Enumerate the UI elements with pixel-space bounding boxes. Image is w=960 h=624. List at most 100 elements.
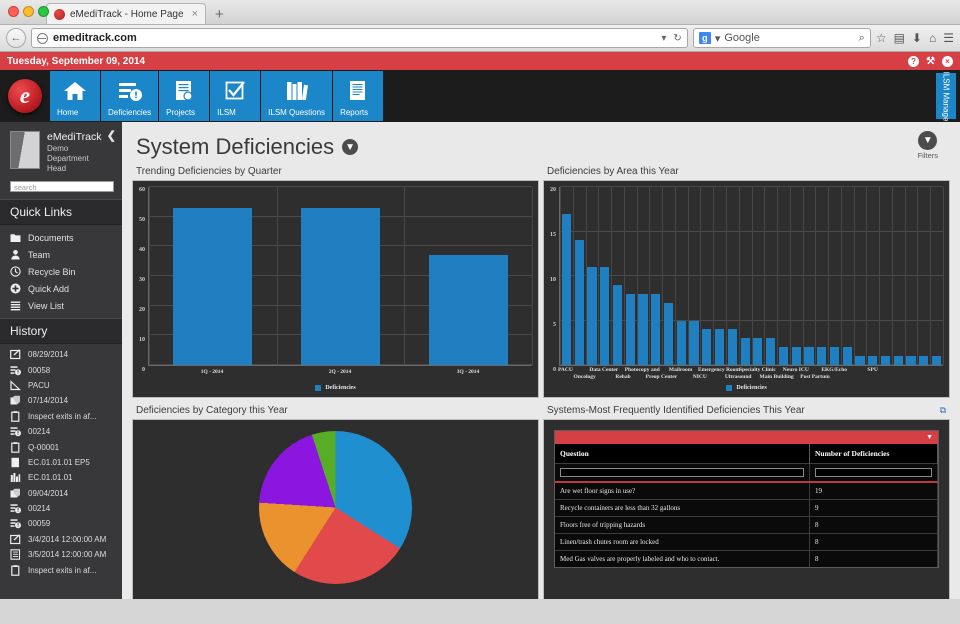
bar[interactable] [817,347,827,365]
history-item[interactable]: PACU [0,378,122,393]
column-filter-input[interactable] [560,468,804,477]
help-icon[interactable]: ? [908,55,920,67]
sidebar-item-view-list[interactable]: View List [0,297,122,314]
history-item[interactable]: 08/29/2014 [0,347,122,362]
table-column-header[interactable]: Question [555,444,810,464]
back-button[interactable]: ← [6,28,26,48]
sidebar-search-input[interactable]: search [10,181,114,193]
history-item[interactable]: EC.01.01.01 [0,470,122,485]
maximize-window-button[interactable] [38,6,49,17]
window-controls[interactable] [8,6,49,17]
sidebar-item-documents[interactable]: Documents [0,229,122,246]
chevron-down-icon[interactable]: ▾ [715,32,721,45]
filters-button[interactable]: ▼ Filters [918,130,938,160]
bar[interactable] [651,293,661,365]
history-item[interactable]: Q-00001 [0,439,122,454]
bar[interactable] [173,207,253,365]
bar[interactable] [300,207,381,365]
bar[interactable] [893,356,903,365]
minimize-window-button[interactable] [23,6,34,17]
wrench-icon[interactable]: ⚒ [926,56,935,67]
bar[interactable] [612,284,623,365]
menu-icon[interactable]: ☰ [943,31,954,45]
history-item[interactable]: 09/04/2014 [0,486,122,501]
download-icon[interactable]: ⬇ [912,31,922,45]
history-item[interactable]: 00058 [0,363,122,378]
sidebar-item-recycle-bin[interactable]: Recycle Bin [0,263,122,280]
bar[interactable] [561,213,571,365]
bar[interactable] [829,347,840,365]
sidebar-item-quick-add[interactable]: Quick Add [0,280,122,297]
bar[interactable] [931,356,942,365]
history-item[interactable]: 00214 [0,501,122,516]
collapse-sidebar-icon[interactable]: ❮ [107,129,116,142]
bar[interactable] [714,329,725,365]
bookmark-icon[interactable]: ☆ [876,31,887,45]
nav-item-reports[interactable]: Reports [333,71,384,121]
history-item[interactable]: 3/5/2014 12:00:00 AM [0,547,122,562]
bar[interactable] [804,347,814,365]
open-external-icon[interactable]: ⧉ [940,405,946,416]
search-icon[interactable]: ⌕ [859,32,865,45]
browser-tab[interactable]: eMediTrack - Home Page × [46,3,206,24]
column-filter-input[interactable] [815,468,932,477]
bar[interactable] [753,338,763,365]
bar[interactable] [702,329,712,365]
address-bar[interactable]: emeditrack.com ▾ ↻ [31,28,688,48]
bar[interactable] [919,356,929,365]
app-logo[interactable]: e [0,70,50,122]
history-item[interactable]: 07/14/2014 [0,393,122,408]
bar[interactable] [855,356,865,365]
search-bar[interactable]: g ▾ Google ⌕ [692,28,871,48]
close-icon[interactable]: × [942,55,953,67]
nav-item-ilsm-questions[interactable]: ILSM Questions [261,71,333,121]
bar[interactable] [778,347,788,365]
bar[interactable] [727,329,737,365]
reader-icon[interactable]: ▤ [894,31,905,45]
close-window-button[interactable] [8,6,19,17]
new-tab-button[interactable]: + [206,6,233,24]
history-item[interactable]: Inspect exits in af... [0,409,122,424]
history-item[interactable]: EC.01.01.01 EP5 [0,455,122,470]
bar[interactable] [842,347,852,365]
close-icon[interactable]: × [189,8,198,20]
bar[interactable] [740,338,750,365]
nav-item-projects[interactable]: Projects [159,71,210,121]
table-row[interactable]: Are wet floor signs in use? 19 [555,481,938,500]
bar[interactable] [428,255,508,365]
table-filter-row[interactable] [555,463,938,483]
nav-item-home[interactable]: Home [50,71,100,121]
bar[interactable] [638,293,648,365]
table-row[interactable]: Floors free of tripping hazards 8 [555,516,938,534]
history-item[interactable]: 00214 [0,424,122,439]
table-column-header[interactable]: Number of Deficiencies [809,444,938,464]
bar[interactable] [587,267,597,365]
x-tick-label: Emergency Room [697,367,741,373]
home-icon[interactable]: ⌂ [929,31,936,45]
bar[interactable] [880,356,891,365]
bar[interactable] [574,240,584,365]
bar[interactable] [791,347,801,365]
history-item[interactable]: Inspect exits in af... [0,562,122,577]
bar[interactable] [766,338,776,365]
nav-item-deficiencies[interactable]: Deficiencies [101,71,159,121]
bar[interactable] [868,356,878,365]
history-item[interactable]: 00059 [0,516,122,531]
table-row[interactable]: Med Gas valves are properly labeled and … [555,550,938,567]
bar[interactable] [625,293,635,365]
nav-item-ilsm[interactable]: ILSM [210,71,261,121]
sidebar-item-team[interactable]: Team [0,246,122,263]
bar[interactable] [689,320,699,365]
reload-icon[interactable]: ↻ [673,33,681,44]
ilsm-manage-side-tab[interactable]: ILSM Manage [936,71,956,121]
history-item[interactable]: 3/4/2014 12:00:00 AM [0,532,122,547]
chevron-down-icon[interactable]: ▾ [661,33,666,44]
page-menu-icon[interactable]: ▼ [342,139,359,155]
bar[interactable] [906,356,916,365]
table-row[interactable]: Recycle containers are less than 32 gall… [555,499,938,517]
filter-icon[interactable]: ▼ [926,434,933,441]
bar[interactable] [676,320,686,365]
table-row[interactable]: Linen/trash chutes room are locked 8 [555,533,938,551]
bar[interactable] [600,267,610,365]
bar[interactable] [663,302,674,365]
